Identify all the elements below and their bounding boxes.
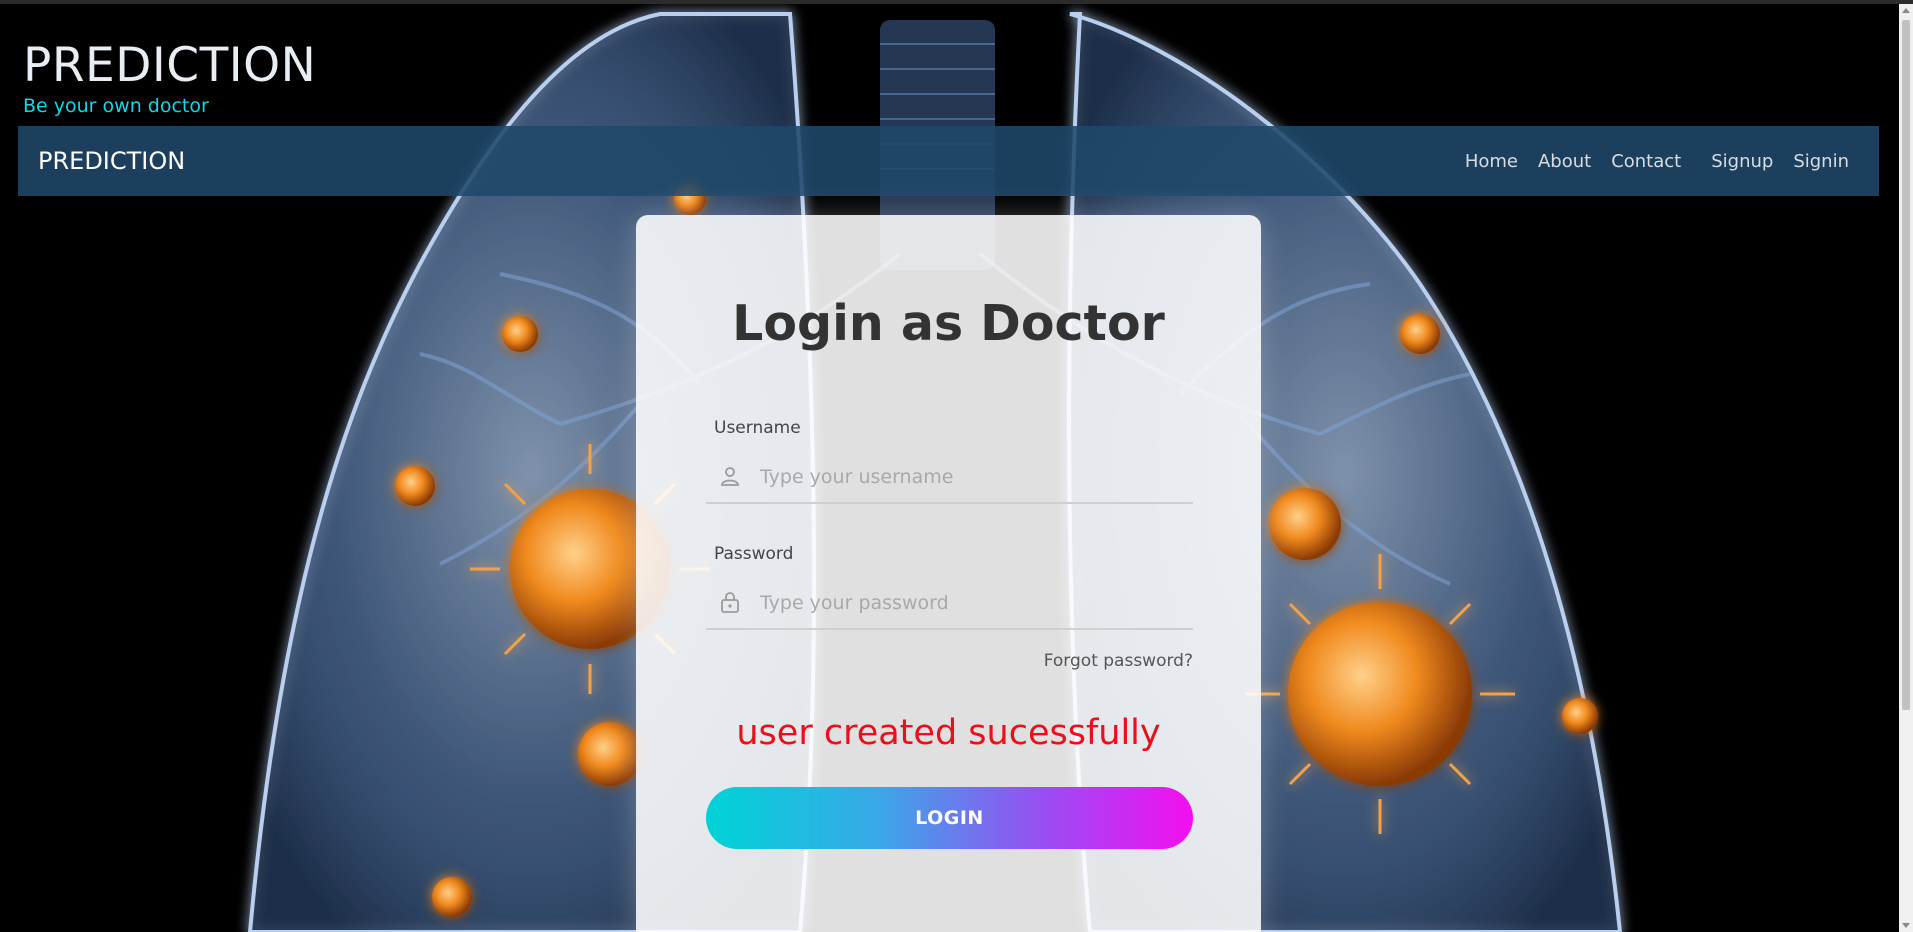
user-icon (721, 467, 739, 486)
username-input[interactable] (758, 460, 1182, 494)
nav-link-signin[interactable]: Signin (1793, 151, 1849, 172)
scrollbar-thumb[interactable] (1902, 20, 1910, 710)
site-brand: PREDICTION (23, 38, 317, 93)
navbar: PREDICTION Home About Contact Signup Sig… (18, 126, 1879, 196)
nav-link-contact[interactable]: Contact (1611, 151, 1681, 172)
login-button[interactable]: LOGIN (706, 787, 1193, 849)
password-label: Password (714, 544, 794, 564)
username-label: Username (714, 418, 801, 438)
nav-link-home[interactable]: Home (1465, 151, 1518, 172)
login-title: Login as Doctor (732, 295, 1165, 352)
site-tagline: Be your own doctor (23, 95, 209, 117)
lock-icon (721, 592, 739, 613)
browser-viewport: PREDICTION Be your own doctor PREDICTION… (0, 0, 1913, 932)
nav-links: Home About Contact Signup Signin (1445, 151, 1849, 172)
status-message: user created sucessfully (736, 713, 1161, 753)
nav-link-signup[interactable]: Signup (1711, 151, 1773, 172)
password-input[interactable] (758, 586, 1182, 620)
username-field (706, 450, 1193, 504)
password-field (706, 576, 1193, 630)
navbar-brand[interactable]: PREDICTION (38, 147, 185, 175)
scroll-up-icon[interactable] (1902, 8, 1910, 13)
login-card: Login as Doctor Username Password Forgot… (636, 215, 1261, 932)
scroll-down-icon[interactable] (1902, 923, 1910, 928)
page-scrollbar[interactable] (1899, 4, 1913, 932)
nav-link-about[interactable]: About (1538, 151, 1591, 172)
forgot-password-link[interactable]: Forgot password? (1044, 651, 1193, 671)
